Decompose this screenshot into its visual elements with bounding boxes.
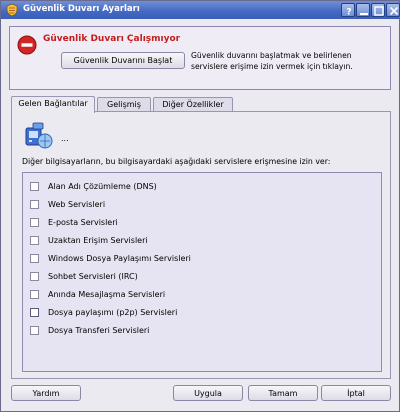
tab-advanced[interactable]: Gelişmiş [97,97,151,112]
start-firewall-button[interactable]: Güvenlik Duvarını Başlat [61,52,185,69]
service-label: Windows Dosya Paylaşımı Servisleri [48,254,191,263]
minimize-button[interactable] [356,3,370,17]
title-bar[interactable]: Güvenlik Duvarı Ayarları ? [1,1,400,19]
close-button[interactable] [386,3,400,17]
firewall-status-panel: Güvenlik Duvarı Çalışmıyor Güvenlik Duva… [9,26,391,90]
checkbox[interactable] [30,218,39,227]
tab-other-features[interactable]: Diğer Özellikler [153,97,233,112]
stop-icon [17,35,37,55]
service-label: Dosya Transferi Servisleri [48,326,150,335]
svg-text:?: ? [346,8,351,17]
checkbox[interactable] [30,254,39,263]
checkbox[interactable] [30,272,39,281]
service-label: Dosya paylaşımı (p2p) Servisleri [48,308,178,317]
firewall-status-description: Güvenlik duvarını başlatmak ve belirlene… [191,51,353,71]
services-list: Alan Adı Çözümleme (DNS) Web Servisleri … [22,172,382,372]
firewall-status-title: Güvenlik Duvarı Çalışmıyor [43,34,181,44]
service-label: Uzaktan Erişim Servisleri [48,236,148,245]
help-button[interactable]: Yardım [11,385,81,401]
service-label: Web Servisleri [48,200,106,209]
close-icon [389,6,399,16]
question-icon: ? [346,8,351,17]
checkbox[interactable] [30,290,39,299]
window-title: Güvenlik Duvarı Ayarları [23,4,140,14]
service-label: Alan Adı Çözümleme (DNS) [48,182,157,191]
ellipsis-text: ... [61,134,69,143]
service-label: E-posta Servisleri [48,218,118,227]
minimize-icon [360,13,368,15]
incoming-connections-panel: ... Diğer bilgisayarların, bu bilgisayar… [11,111,391,379]
network-services-icon [25,122,53,149]
checkbox[interactable] [30,200,39,209]
checkbox[interactable] [30,326,39,335]
help-titlebar-button[interactable]: ? [341,3,355,17]
allow-access-label: Diğer bilgisayarların, bu bilgisayardaki… [22,157,331,166]
checkbox[interactable] [30,236,39,245]
checkbox[interactable] [30,308,39,317]
ok-button[interactable]: Tamam [248,385,318,401]
cancel-button[interactable]: İptal [321,385,391,401]
checkbox[interactable] [30,182,39,191]
apply-button[interactable]: Uygula [173,385,243,401]
maximize-button[interactable] [371,3,385,17]
firewall-app-icon [6,3,18,17]
firewall-settings-window: Güvenlik Duvarı Ayarları ? Güvenlik Duva… [0,0,400,412]
tab-incoming-connections[interactable]: Gelen Bağlantılar [11,96,95,113]
service-label: Sohbet Servisleri (IRC) [48,272,138,281]
maximize-icon [374,6,384,16]
service-label: Anında Mesajlaşma Servisleri [48,290,166,299]
